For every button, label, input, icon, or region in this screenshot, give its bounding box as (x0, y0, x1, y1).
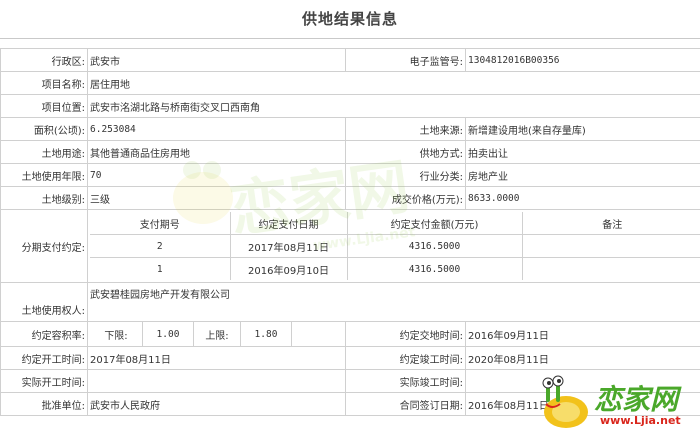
table-row: 约定容积率: 下限: 1.00 上限: 1.80 约定交地时间: 2016年09… (0, 321, 700, 347)
start-value: 2017年08月11日 (87, 346, 346, 370)
installment-amount: 4316.5000 (346, 257, 523, 280)
installment-amount: 4316.5000 (346, 234, 523, 258)
table-row: 项目位置: 武安市洺湖北路与桥南街交叉口西南角 (0, 94, 700, 118)
land-use-label: 土地用途: (0, 140, 88, 164)
table-row: 面积(公顷): 6.253084 土地来源: 新增建设用地(来自存量库) (0, 117, 700, 141)
installment-header: 支付期号 (90, 212, 231, 235)
land-source-label: 土地来源: (345, 117, 466, 141)
industry-label: 行业分类: (345, 163, 466, 187)
project-name-label: 项目名称: (0, 71, 88, 95)
lower-label: 下限: (90, 322, 143, 346)
land-user-value: 武安碧桂园房地产开发有限公司 (87, 282, 700, 322)
actual-start-value (87, 369, 346, 393)
project-location-value: 武安市洺湖北路与桥南街交叉口西南角 (87, 94, 700, 118)
installment-period: 1 (90, 257, 231, 280)
lower-value: 1.00 (143, 322, 194, 346)
installment-note (521, 257, 700, 280)
table-row: 土地使用权人: 武安碧桂园房地产开发有限公司 (0, 282, 700, 322)
land-use-value: 其他普通商品住房用地 (87, 140, 346, 164)
actual-complete-value (465, 369, 700, 393)
plot-ratio-cell: 下限: 1.00 上限: 1.80 (87, 321, 346, 347)
table-row: 分期支付约定: 支付期号 约定支付日期 约定支付金额(万元) 备注 2 2017… (0, 209, 700, 283)
installment-note (521, 234, 700, 258)
handover-label: 约定交地时间: (345, 321, 466, 347)
district-label: 行政区: (0, 48, 88, 72)
start-label: 约定开工时间: (0, 346, 88, 370)
complete-value: 2020年08月11日 (465, 346, 700, 370)
industry-value: 房地产业 (465, 163, 700, 187)
installment-label: 分期支付约定: (0, 209, 88, 283)
table-row: 实际开工时间: 实际竣工时间: (0, 369, 700, 393)
deal-price-label: 成交价格(万元): (345, 186, 466, 210)
page-title: 供地结果信息 (0, 0, 700, 39)
upper-value: 1.80 (241, 322, 292, 346)
actual-start-label: 实际开工时间: (0, 369, 88, 393)
installment-table: 支付期号 约定支付日期 约定支付金额(万元) 备注 2 2017年08月11日 … (90, 212, 700, 280)
actual-complete-label: 实际竣工时间: (345, 369, 466, 393)
handover-value: 2016年09月11日 (465, 321, 700, 347)
plot-ratio-label: 约定容积率: (0, 321, 88, 347)
land-source-value: 新增建设用地(来自存量库) (465, 117, 700, 141)
project-name-value: 居住用地 (87, 71, 700, 95)
land-grade-label: 土地级别: (0, 186, 88, 210)
installment-date: 2017年08月11日 (229, 234, 348, 258)
installment-header: 约定支付金额(万元) (346, 212, 523, 235)
installment-header: 备注 (521, 212, 700, 235)
complete-label: 约定竣工时间: (345, 346, 466, 370)
contract-date-value: 2016年08月11日 (465, 392, 700, 416)
table-row: 批准单位: 武安市人民政府 合同签订日期: 2016年08月11日 (0, 392, 700, 416)
installment-header: 约定支付日期 (229, 212, 348, 235)
district-value: 武安市 (87, 48, 346, 72)
area-label: 面积(公顷): (0, 117, 88, 141)
installment-cell: 支付期号 约定支付日期 约定支付金额(万元) 备注 2 2017年08月11日 … (87, 209, 700, 283)
plot-ratio-range: 下限: 1.00 上限: 1.80 (90, 322, 343, 346)
installment-header-row: 支付期号 约定支付日期 约定支付金额(万元) 备注 (90, 212, 700, 235)
supervision-no-label: 电子监管号: (345, 48, 466, 72)
table-row: 土地使用年限: 70 行业分类: 房地产业 (0, 163, 700, 187)
supply-method-value: 拍卖出让 (465, 140, 700, 164)
upper-label: 上限: (194, 322, 241, 346)
use-years-value: 70 (87, 163, 346, 187)
deal-price-value: 8633.0000 (465, 186, 700, 210)
installment-row: 2 2017年08月11日 4316.5000 (90, 234, 700, 258)
range-spacer (292, 323, 343, 346)
table-row: 约定开工时间: 2017年08月11日 约定竣工时间: 2020年08月11日 (0, 346, 700, 370)
approver-label: 批准单位: (0, 392, 88, 416)
table-row: 土地级别: 三级 成交价格(万元): 8633.0000 (0, 186, 700, 210)
supply-method-label: 供地方式: (345, 140, 466, 164)
approver-value: 武安市人民政府 (87, 392, 346, 416)
installment-date: 2016年09月10日 (229, 257, 348, 280)
land-user-label: 土地使用权人: (0, 282, 88, 322)
area-value: 6.253084 (87, 117, 346, 141)
use-years-label: 土地使用年限: (0, 163, 88, 187)
land-grade-value: 三级 (87, 186, 346, 210)
table-row: 土地用途: 其他普通商品住房用地 供地方式: 拍卖出让 (0, 140, 700, 164)
installment-row: 1 2016年09月10日 4316.5000 (90, 257, 700, 280)
land-supply-table: 行政区: 武安市 电子监管号: 1304812016B00356 项目名称: 居… (0, 48, 700, 416)
project-location-label: 项目位置: (0, 94, 88, 118)
supervision-no-value: 1304812016B00356 (465, 48, 700, 72)
table-row: 项目名称: 居住用地 (0, 71, 700, 95)
contract-date-label: 合同签订日期: (345, 392, 466, 416)
installment-period: 2 (90, 234, 231, 258)
table-row: 行政区: 武安市 电子监管号: 1304812016B00356 (0, 48, 700, 72)
